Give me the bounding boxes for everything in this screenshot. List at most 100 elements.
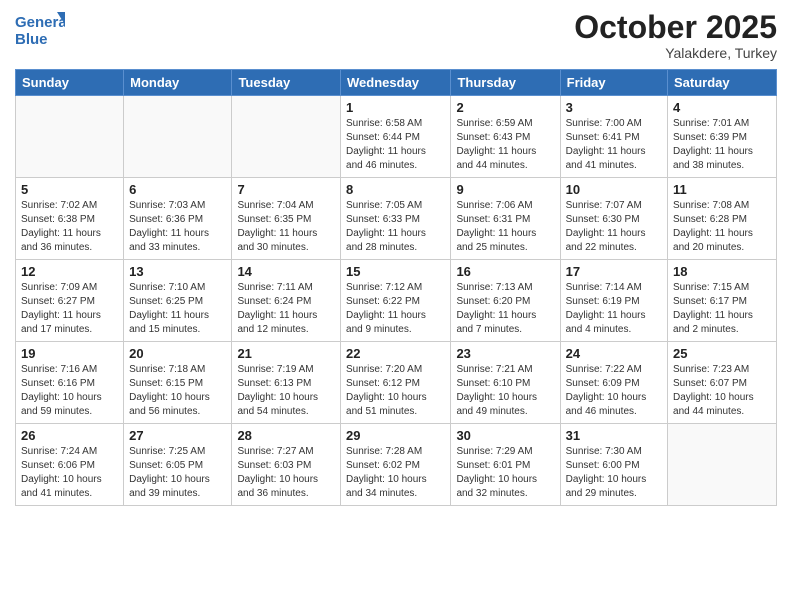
day-info: Sunrise: 7:13 AMSunset: 6:20 PMDaylight:… — [456, 281, 554, 337]
calendar-cell: 27 Sunrise: 7:25 AMSunset: 6:05 PMDayligh… — [124, 424, 232, 506]
day-number: 13 — [129, 264, 226, 279]
day-number: 24 — [566, 346, 662, 361]
logo: General Blue — [15, 10, 65, 52]
calendar-cell: 5 Sunrise: 7:02 AMSunset: 6:38 PMDaylight… — [16, 178, 124, 260]
day-number: 28 — [237, 428, 335, 443]
calendar-cell — [124, 96, 232, 178]
svg-text:Blue: Blue — [15, 31, 48, 48]
day-info: Sunrise: 7:06 AMSunset: 6:31 PMDaylight:… — [456, 199, 554, 255]
calendar-cell — [668, 424, 777, 506]
col-header-thursday: Thursday — [451, 70, 560, 96]
day-info: Sunrise: 7:02 AMSunset: 6:38 PMDaylight:… — [21, 199, 118, 255]
day-info: Sunrise: 7:25 AMSunset: 6:05 PMDaylight:… — [129, 445, 226, 501]
calendar-cell: 17Sunrise: 7:14 AMSunset: 6:19 PMDayligh… — [560, 260, 667, 342]
calendar-cell: 25 Sunrise: 7:23 AMSunset: 6:07 PMDayligh… — [668, 342, 777, 424]
calendar-cell: 18Sunrise: 7:15 AMSunset: 6:17 PMDayligh… — [668, 260, 777, 342]
col-header-sunday: Sunday — [16, 70, 124, 96]
day-info: Sunrise: 7:10 AMSunset: 6:25 PMDaylight:… — [129, 281, 226, 337]
day-number: 7 — [237, 182, 335, 197]
day-info: Sunrise: 7:05 AMSunset: 6:33 PMDaylight:… — [346, 199, 445, 255]
calendar-cell: 19 Sunrise: 7:16 AMSunset: 6:16 PMDayligh… — [16, 342, 124, 424]
day-info: Sunrise: 7:23 AMSunset: 6:07 PMDaylight:… — [673, 363, 771, 419]
day-info: Sunrise: 7:07 AMSunset: 6:30 PMDaylight:… — [566, 199, 662, 255]
svg-text:General: General — [15, 14, 65, 31]
subtitle: Yalakdere, Turkey — [574, 45, 777, 61]
calendar-table: SundayMondayTuesdayWednesdayThursdayFrid… — [15, 69, 777, 506]
day-number: 5 — [21, 182, 118, 197]
day-info: Sunrise: 6:59 AMSunset: 6:43 PMDaylight:… — [456, 117, 554, 173]
day-number: 30 — [456, 428, 554, 443]
day-info: Sunrise: 7:11 AMSunset: 6:24 PMDaylight:… — [237, 281, 335, 337]
day-number: 29 — [346, 428, 445, 443]
calendar-cell — [232, 96, 341, 178]
calendar-cell: 6Sunrise: 7:03 AMSunset: 6:36 PMDaylight… — [124, 178, 232, 260]
day-number: 22 — [346, 346, 445, 361]
calendar-cell: 2 Sunrise: 6:59 AMSunset: 6:43 PMDaylight… — [451, 96, 560, 178]
day-info: Sunrise: 7:00 AMSunset: 6:41 PMDaylight:… — [566, 117, 662, 173]
day-info: Sunrise: 7:15 AMSunset: 6:17 PMDaylight:… — [673, 281, 771, 337]
day-info: Sunrise: 7:08 AMSunset: 6:28 PMDaylight:… — [673, 199, 771, 255]
logo-svg: General Blue — [15, 10, 65, 52]
week-row-1: 1Sunrise: 6:58 AMSunset: 6:44 PMDaylight… — [16, 96, 777, 178]
day-number: 25 — [673, 346, 771, 361]
day-info: Sunrise: 7:21 AMSunset: 6:10 PMDaylight:… — [456, 363, 554, 419]
calendar-cell: 16Sunrise: 7:13 AMSunset: 6:20 PMDayligh… — [451, 260, 560, 342]
day-number: 2 — [456, 100, 554, 115]
calendar-cell: 20 Sunrise: 7:18 AMSunset: 6:15 PMDayligh… — [124, 342, 232, 424]
day-number: 12 — [21, 264, 118, 279]
calendar-cell: 12 Sunrise: 7:09 AMSunset: 6:27 PMDayligh… — [16, 260, 124, 342]
day-number: 19 — [21, 346, 118, 361]
calendar-cell: 13 Sunrise: 7:10 AMSunset: 6:25 PMDayligh… — [124, 260, 232, 342]
calendar-cell — [16, 96, 124, 178]
title-area: October 2025 Yalakdere, Turkey — [574, 10, 777, 61]
day-info: Sunrise: 7:18 AMSunset: 6:15 PMDaylight:… — [129, 363, 226, 419]
week-row-4: 19 Sunrise: 7:16 AMSunset: 6:16 PMDayligh… — [16, 342, 777, 424]
day-number: 14 — [237, 264, 335, 279]
week-row-2: 5 Sunrise: 7:02 AMSunset: 6:38 PMDaylight… — [16, 178, 777, 260]
day-info: Sunrise: 7:12 AMSunset: 6:22 PMDaylight:… — [346, 281, 445, 337]
day-number: 21 — [237, 346, 335, 361]
calendar-cell: 3Sunrise: 7:00 AMSunset: 6:41 PMDaylight… — [560, 96, 667, 178]
calendar-cell: 30 Sunrise: 7:29 AMSunset: 6:01 PMDayligh… — [451, 424, 560, 506]
calendar-cell: 23 Sunrise: 7:21 AMSunset: 6:10 PMDayligh… — [451, 342, 560, 424]
col-header-tuesday: Tuesday — [232, 70, 341, 96]
day-info: Sunrise: 7:09 AMSunset: 6:27 PMDaylight:… — [21, 281, 118, 337]
week-row-5: 26 Sunrise: 7:24 AMSunset: 6:06 PMDayligh… — [16, 424, 777, 506]
day-number: 26 — [21, 428, 118, 443]
day-number: 8 — [346, 182, 445, 197]
day-info: Sunrise: 7:28 AMSunset: 6:02 PMDaylight:… — [346, 445, 445, 501]
col-header-friday: Friday — [560, 70, 667, 96]
col-header-wednesday: Wednesday — [341, 70, 451, 96]
day-number: 31 — [566, 428, 662, 443]
day-number: 23 — [456, 346, 554, 361]
calendar-cell: 15 Sunrise: 7:12 AMSunset: 6:22 PMDayligh… — [341, 260, 451, 342]
day-number: 1 — [346, 100, 445, 115]
calendar-cell: 4Sunrise: 7:01 AMSunset: 6:39 PMDaylight… — [668, 96, 777, 178]
day-info: Sunrise: 7:24 AMSunset: 6:06 PMDaylight:… — [21, 445, 118, 501]
day-info: Sunrise: 7:03 AMSunset: 6:36 PMDaylight:… — [129, 199, 226, 255]
day-info: Sunrise: 7:29 AMSunset: 6:01 PMDaylight:… — [456, 445, 554, 501]
calendar-cell: 31 Sunrise: 7:30 AMSunset: 6:00 PMDayligh… — [560, 424, 667, 506]
calendar-cell: 22Sunrise: 7:20 AMSunset: 6:12 PMDayligh… — [341, 342, 451, 424]
calendar-cell: 1Sunrise: 6:58 AMSunset: 6:44 PMDaylight… — [341, 96, 451, 178]
calendar-cell: 8 Sunrise: 7:05 AMSunset: 6:33 PMDaylight… — [341, 178, 451, 260]
header: General Blue October 2025 Yalakdere, Tur… — [15, 10, 777, 61]
day-number: 11 — [673, 182, 771, 197]
page: General Blue October 2025 Yalakdere, Tur… — [0, 0, 792, 612]
day-number: 15 — [346, 264, 445, 279]
calendar-cell: 29 Sunrise: 7:28 AMSunset: 6:02 PMDayligh… — [341, 424, 451, 506]
day-number: 17 — [566, 264, 662, 279]
day-number: 20 — [129, 346, 226, 361]
calendar-cell: 26 Sunrise: 7:24 AMSunset: 6:06 PMDayligh… — [16, 424, 124, 506]
calendar-cell: 21Sunrise: 7:19 AMSunset: 6:13 PMDayligh… — [232, 342, 341, 424]
col-header-monday: Monday — [124, 70, 232, 96]
month-title: October 2025 — [574, 10, 777, 45]
day-info: Sunrise: 7:30 AMSunset: 6:00 PMDaylight:… — [566, 445, 662, 501]
day-number: 4 — [673, 100, 771, 115]
day-number: 27 — [129, 428, 226, 443]
day-info: Sunrise: 7:04 AMSunset: 6:35 PMDaylight:… — [237, 199, 335, 255]
day-info: Sunrise: 7:16 AMSunset: 6:16 PMDaylight:… — [21, 363, 118, 419]
day-number: 10 — [566, 182, 662, 197]
col-header-saturday: Saturday — [668, 70, 777, 96]
calendar-cell: 9Sunrise: 7:06 AMSunset: 6:31 PMDaylight… — [451, 178, 560, 260]
